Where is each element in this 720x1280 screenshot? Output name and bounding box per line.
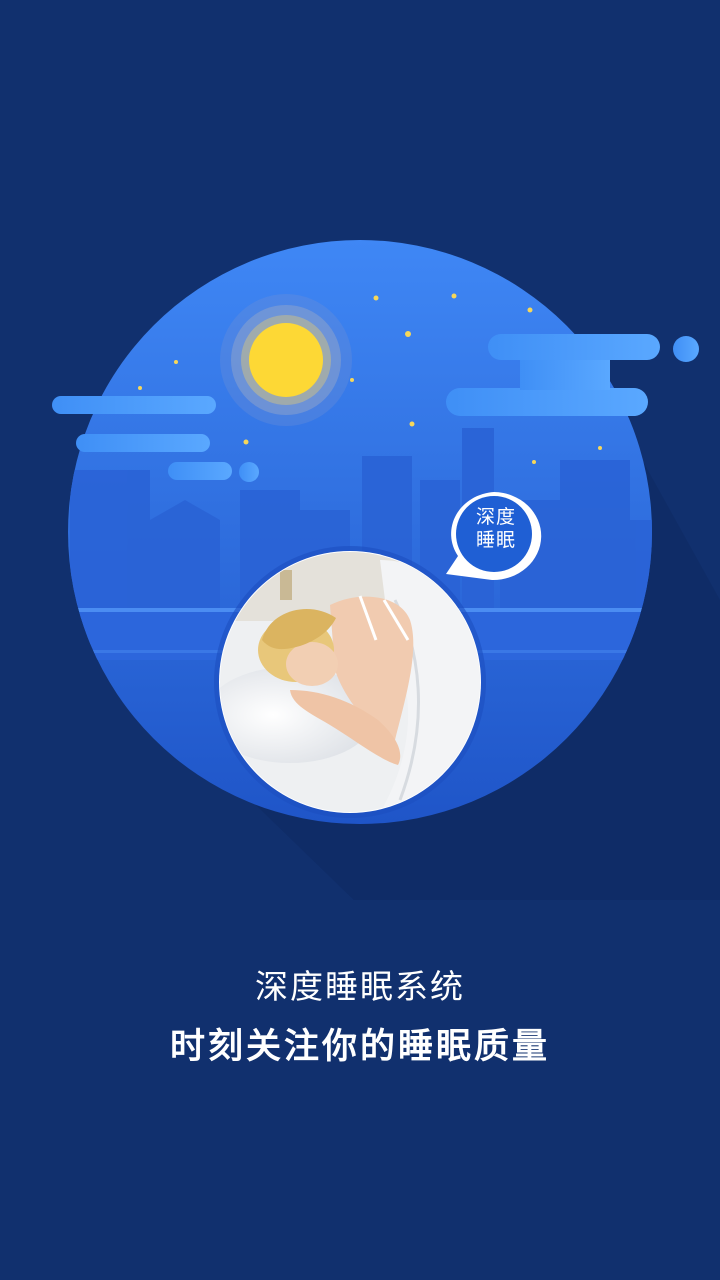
night-scene-illustration (52, 240, 720, 900)
splash-screen: 深度 睡眠 深度睡眠系统 时刻关注你的睡眠质量 (0, 0, 720, 1280)
deep-sleep-badge: 深度 睡眠 (459, 506, 533, 552)
sun-icon (220, 294, 352, 426)
splash-title: 深度睡眠系统 (255, 967, 465, 1006)
badge-line-1: 深度 (475, 506, 516, 528)
badge-line-2: 睡眠 (475, 529, 516, 551)
splash-subtitle: 时刻关注你的睡眠质量 (169, 1027, 550, 1067)
